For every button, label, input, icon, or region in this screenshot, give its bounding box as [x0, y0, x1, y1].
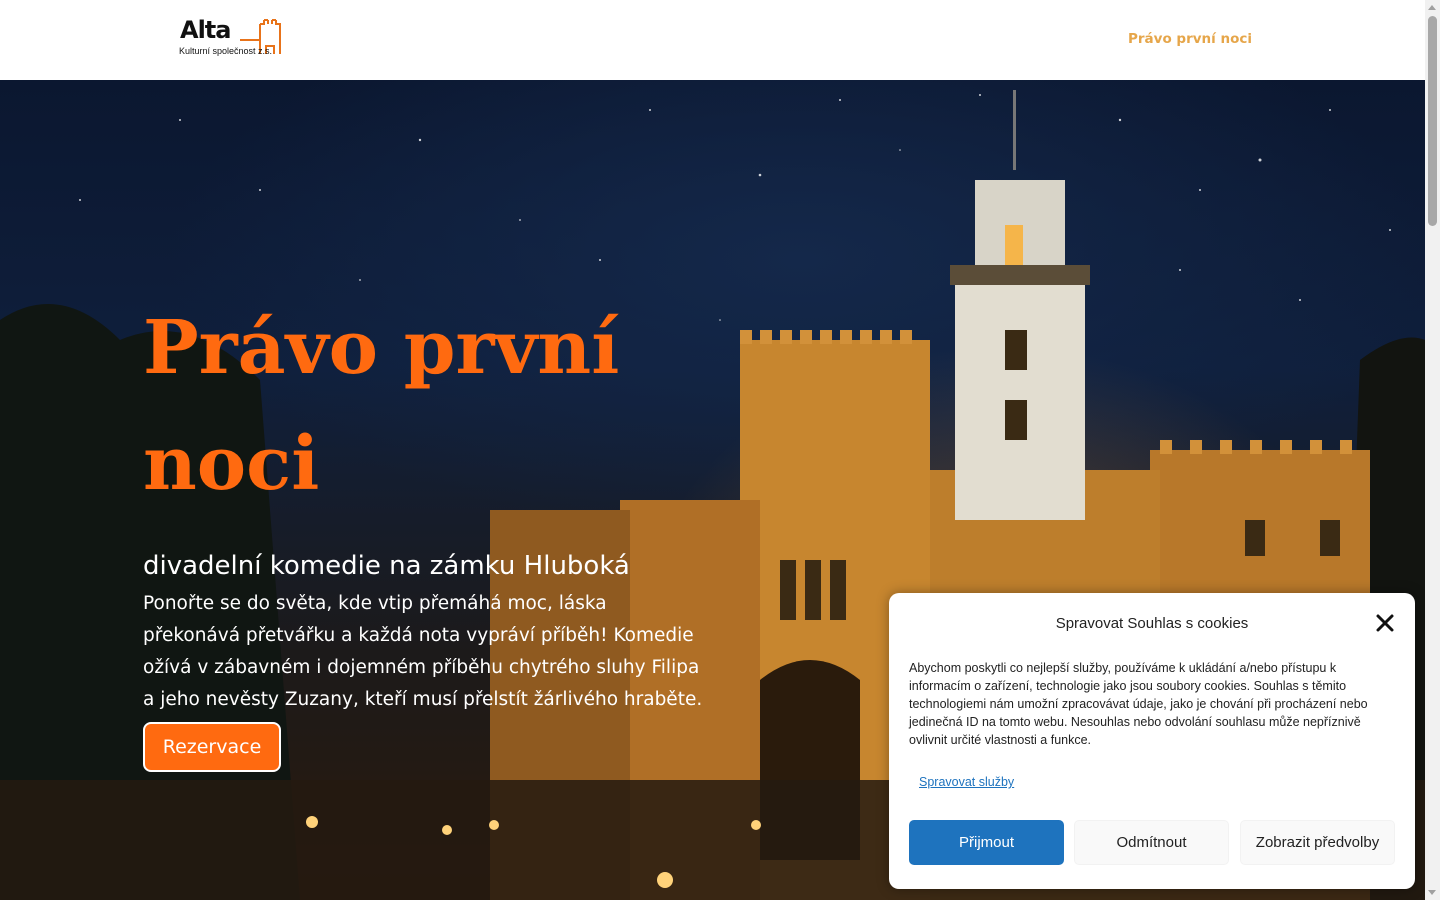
accept-button[interactable]: Přijmout — [909, 820, 1064, 865]
logo-wordmark: Alta — [180, 16, 231, 44]
hero-content: Právo první noci divadelní komedie na zá… — [143, 290, 713, 716]
cookie-dialog-title: Spravovat Souhlas s cookies — [1055, 615, 1249, 632]
logo-tagline: Kulturní společnost z.s. — [179, 46, 273, 56]
nav-item-pravo-prvni-noci[interactable]: Právo první noci — [1128, 31, 1252, 47]
cookie-dialog-body: Abychom poskytli co nejlepší služby, pou… — [909, 661, 1368, 747]
hero-description: Ponořte se do světa, kde vtip přemáhá mo… — [143, 593, 703, 710]
scroll-down-arrow-icon[interactable] — [1428, 890, 1436, 895]
deny-button[interactable]: Odmítnout — [1074, 820, 1229, 865]
cookie-consent-dialog: Spravovat Souhlas s cookies Abychom posk… — [889, 593, 1415, 889]
hero-title: Právo první noci — [143, 290, 713, 522]
site-header: Alta Kulturní společnost z.s. Právo prvn… — [0, 0, 1425, 80]
close-icon[interactable] — [1375, 613, 1395, 633]
manage-services-link[interactable]: Spravovat služby — [919, 775, 1014, 789]
hero-subtitle: divadelní komedie na zámku Hluboká — [143, 551, 630, 581]
reservation-button[interactable]: Rezervace — [143, 722, 281, 772]
hero-title-line-2: noci — [143, 421, 320, 507]
scrollbar-thumb[interactable] — [1428, 16, 1437, 226]
view-preferences-button[interactable]: Zobrazit předvolby — [1240, 820, 1395, 865]
hero-title-line-1: Právo první — [143, 305, 620, 391]
page-scrollbar[interactable] — [1425, 0, 1440, 900]
scroll-up-arrow-icon[interactable] — [1428, 5, 1436, 10]
alta-logo[interactable]: Alta Kulturní společnost z.s. — [178, 16, 288, 60]
